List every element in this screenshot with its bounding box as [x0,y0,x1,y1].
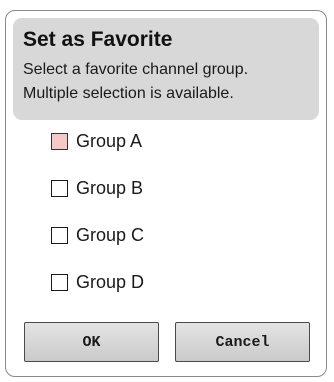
ok-button[interactable]: OK [24,322,159,362]
dialog-description-line1: Select a favorite channel group. [23,61,249,78]
group-options-list: Group A Group B Group C Group D [51,129,144,317]
option-group-c[interactable]: Group C [51,223,144,247]
option-group-d[interactable]: Group D [51,270,144,294]
option-label-group-d: Group D [76,271,145,292]
option-group-b[interactable]: Group B [51,176,144,200]
option-label-group-c: Group C [76,224,145,245]
cancel-button[interactable]: Cancel [175,322,310,362]
option-label-group-a: Group A [76,130,143,151]
checkbox-group-d[interactable] [51,273,68,291]
dialog-description-line2: Multiple selection is available. [23,85,234,102]
dialog-buttons: OK Cancel [24,322,310,362]
dialog-header: Set as Favorite Select a favorite channe… [13,18,319,120]
option-group-a[interactable]: Group A [51,129,144,153]
option-label-group-b: Group B [76,177,144,198]
checkbox-group-a[interactable] [51,132,68,150]
checkbox-group-c[interactable] [51,226,68,244]
set-favorite-dialog: Set as Favorite Select a favorite channe… [5,10,327,377]
checkbox-group-b[interactable] [51,179,68,197]
dialog-title: Set as Favorite [23,28,173,51]
